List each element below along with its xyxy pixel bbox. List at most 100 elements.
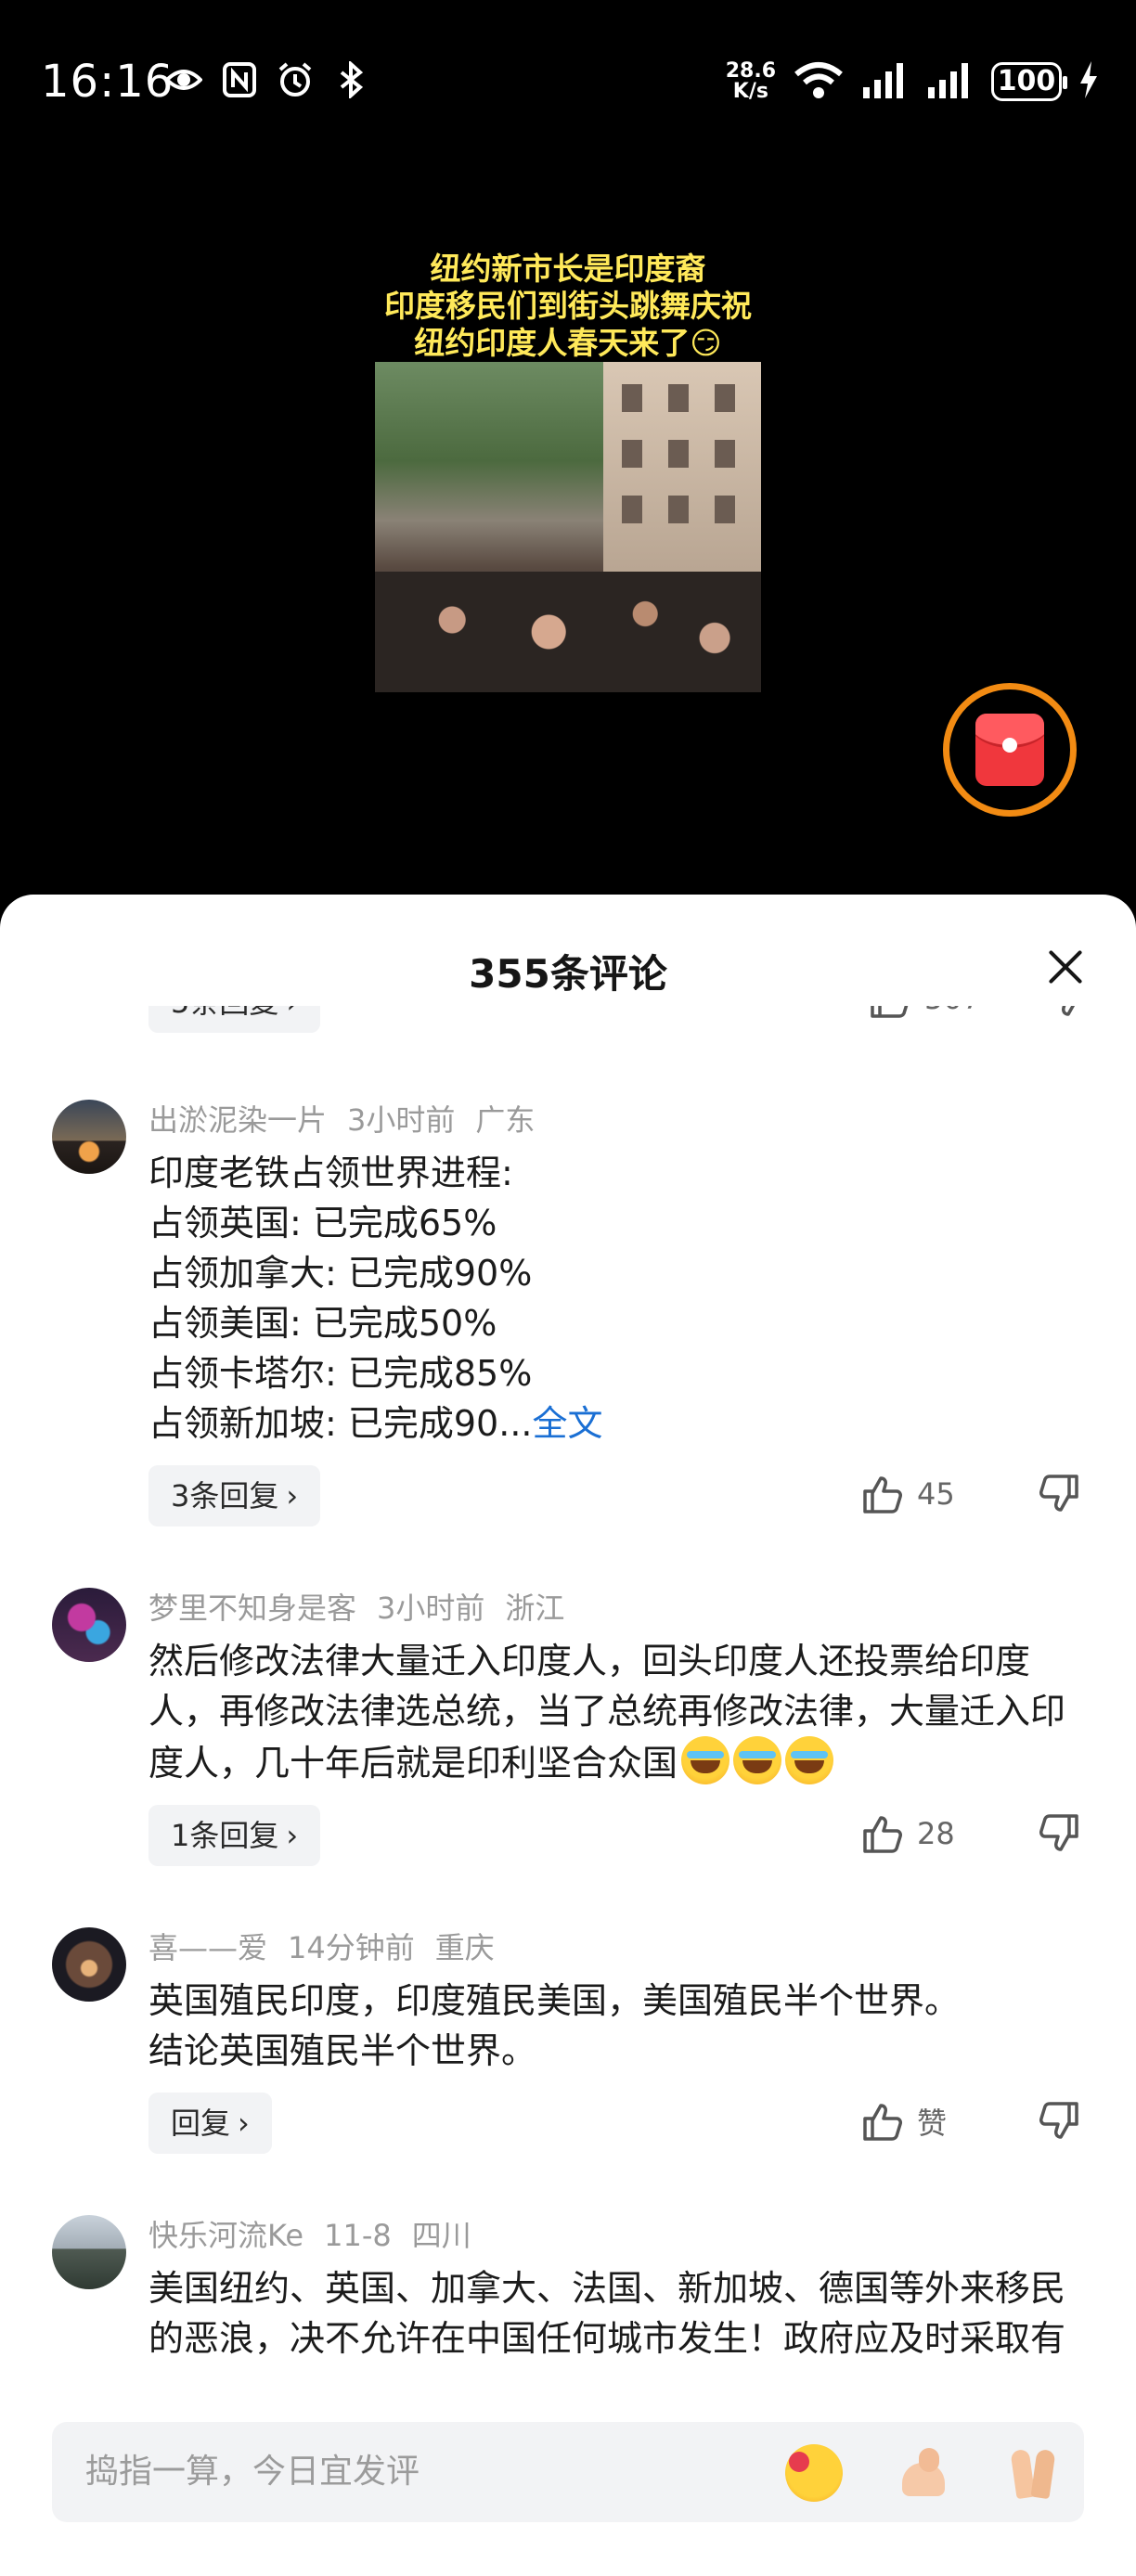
folded-hands-emoji-icon[interactable]	[1004, 2444, 1062, 2502]
comment-line: 占领美国: 已完成50%	[148, 1303, 497, 1344]
comments-sheet: 355条评论 5条回复 › 507	[0, 895, 1136, 2576]
alarm-icon	[277, 61, 314, 98]
chevron-right-icon: ›	[286, 1818, 299, 1853]
battery-indicator: 100	[991, 62, 1067, 101]
comment-text[interactable]: 英国殖民印度，印度殖民美国，美国殖民半个世界。 结论英国殖民半个世界。	[148, 1976, 1080, 2076]
thumbs-down-icon[interactable]	[1045, 1006, 1088, 1020]
comment-meta: 快乐河流Ke 11-8 四川	[148, 2215, 1080, 2256]
comment-author[interactable]: 快乐河流Ke	[148, 2218, 303, 2253]
thumbs-down-icon[interactable]	[1038, 1812, 1080, 1855]
comment-line: 结论英国殖民半个世界。	[148, 2030, 537, 2071]
comment-actions: 3条回复 › 45	[148, 1465, 1080, 1534]
comment-meta: 喜——爱 14分钟前 重庆	[148, 1927, 1080, 1968]
status-time: 16:16	[41, 56, 174, 108]
comment-line: 占领卡塔尔: 已完成85%	[148, 1353, 533, 1394]
charging-icon	[1078, 59, 1099, 104]
comment-location: 四川	[411, 2218, 471, 2253]
chevron-right-icon: ›	[238, 2106, 250, 2141]
comment-body: 美国纽约、英国、加拿大、法国、新加坡、德国等外来移民的恶浪，决不允许在中国任何城…	[148, 2268, 1066, 2359]
like-count: 赞	[917, 2106, 948, 2141]
comment-author[interactable]: 梦里不知身是客	[148, 1591, 356, 1626]
eye-icon	[164, 61, 203, 98]
comment-text[interactable]: 印度老铁占领世界进程: 占领英国: 已完成65% 占领加拿大: 已完成90% 占…	[148, 1148, 1080, 1449]
comment-line: 印度老铁占领世界进程:	[148, 1153, 513, 1193]
comment-input-placeholder: 捣指一算，今日宜发评	[85, 2453, 420, 2491]
comment-line: 占领英国: 已完成65%	[148, 1203, 497, 1243]
comment-body: 然后修改法律大量迁入印度人，回头印度人还投票给印度人，再修改法律选总统，当了总统…	[148, 1641, 1066, 1784]
like-count: 28	[917, 1816, 955, 1851]
video-caption-line: 印度移民们到街头跳舞庆祝	[384, 288, 752, 324]
comment-line: 占领新加坡: 已完成90...	[148, 1403, 533, 1444]
video-building	[603, 362, 761, 575]
comment-line: 英国殖民印度，印度殖民美国，美国殖民半个世界。	[148, 1980, 961, 2021]
reply-label: 3条回复	[171, 1478, 279, 1513]
close-icon[interactable]	[1047, 948, 1084, 985]
comment-meta: 出淤泥染一片 3小时前 广东	[148, 1100, 1080, 1140]
status-left-icons	[164, 59, 369, 100]
comments-header: 355条评论	[0, 895, 1136, 1006]
reply-label: 回复	[171, 2106, 231, 2141]
quick-emoji-bar	[785, 2444, 1062, 2502]
comment-list[interactable]: 5条回复› 507 出淤泥染一片3小时前广东	[0, 1006, 1136, 2361]
comment-actions: 1条回复 › 28	[148, 1805, 1080, 1874]
comment-item[interactable]: 快乐河流Ke 11-8 四川 美国纽约、英国、加拿大、法国、新加坡、德国等外来移民的…	[0, 2215, 1136, 2361]
bluetooth-icon	[332, 59, 369, 100]
video-caption: 纽约新市长是印度裔 印度移民们到街头跳舞庆祝 纽约印度人春天来了😏	[278, 251, 858, 362]
reply-label: 1条回复	[171, 1818, 279, 1853]
signal-icon-2	[926, 61, 975, 102]
comment-actions-previous: 5条回复 › 507	[0, 1006, 1136, 1044]
comment-meta: 梦里不知身是客 3小时前 浙江	[148, 1588, 1080, 1629]
reply-button[interactable]: 回复 ›	[148, 2093, 272, 2154]
comment-location: 广东	[475, 1102, 536, 1138]
thumbs-up-icon[interactable]	[861, 2100, 904, 2143]
kiss-wink-emoji-icon[interactable]	[785, 2444, 843, 2502]
comment-location: 重庆	[434, 1930, 495, 1965]
like-count: 45	[917, 1476, 955, 1512]
comment-author[interactable]: 出淤泥染一片	[148, 1102, 327, 1138]
video-caption-line: 纽约印度人春天来了😏	[414, 325, 722, 361]
video-frame	[375, 362, 761, 692]
comment-input[interactable]: 捣指一算，今日宜发评	[52, 2422, 1084, 2522]
comment-item[interactable]: 喜——爱 14分钟前 重庆 英国殖民印度，印度殖民美国，美国殖民半个世界。 结论英国…	[0, 1927, 1136, 2161]
status-right-icons: 28.6 K/s 100	[726, 59, 1099, 104]
comment-author[interactable]: 喜——爱	[148, 1930, 267, 1965]
thumbs-down-icon[interactable]	[1038, 1473, 1080, 1515]
comment-time: 3小时前	[347, 1102, 456, 1138]
laughing-crying-emoji-icon	[681, 1736, 730, 1784]
status-bar: 16:16 28.6 K/s 100	[0, 0, 1136, 158]
video-player[interactable]: 纽约新市长是印度裔 印度移民们到街头跳舞庆祝 纽约印度人春天来了😏	[0, 158, 1136, 900]
thumbs-down-icon[interactable]	[1038, 2100, 1080, 2143]
comment-time: 3小时前	[377, 1591, 485, 1626]
laughing-crying-emoji-icon	[785, 1736, 834, 1784]
thumbs-up-icon[interactable]	[869, 1006, 911, 1020]
nfc-icon	[221, 61, 258, 98]
thumbs-up-icon[interactable]	[861, 1473, 904, 1515]
comment-text[interactable]: 美国纽约、英国、加拿大、法国、新加坡、德国等外来移民的恶浪，决不允许在中国任何城…	[148, 2263, 1080, 2361]
comment-time: 14分钟前	[288, 1930, 415, 1965]
comment-item[interactable]: 梦里不知身是客 3小时前 浙江 然后修改法律大量迁入印度人，回头印度人还投票给印度人…	[0, 1588, 1136, 1874]
laughing-crying-emoji-icon	[733, 1736, 782, 1784]
avatar[interactable]	[52, 1927, 126, 2002]
view-replies-button[interactable]: 5条回复 ›	[148, 1006, 321, 1033]
reply-label: 5条回复	[171, 1006, 278, 1020]
signal-icon-1	[861, 61, 910, 102]
like-count: 507	[924, 1006, 989, 1016]
network-speed-value: 28.6	[725, 59, 776, 83]
comment-actions: 回复 › 赞	[148, 2093, 1080, 2161]
video-crowd	[375, 572, 761, 692]
view-replies-button[interactable]: 3条回复 ›	[148, 1465, 321, 1526]
avatar[interactable]	[52, 2215, 126, 2289]
avatar[interactable]	[52, 1588, 126, 1662]
comment-item[interactable]: 出淤泥染一片 3小时前 广东 印度老铁占领世界进程: 占领英国: 已完成65% 占领…	[0, 1100, 1136, 1534]
network-speed-unit: K/s	[732, 80, 768, 103]
expand-full-text-link[interactable]: 全文	[532, 1403, 602, 1444]
flexed-biceps-emoji-icon[interactable]	[895, 2444, 952, 2502]
view-replies-button[interactable]: 1条回复 ›	[148, 1805, 321, 1866]
video-caption-line: 纽约新市长是印度裔	[430, 251, 706, 287]
chevron-right-icon: ›	[286, 1478, 299, 1513]
thumbs-up-icon[interactable]	[861, 1812, 904, 1855]
comment-time: 11-8	[324, 2218, 392, 2253]
red-packet-button[interactable]	[943, 683, 1077, 817]
avatar[interactable]	[52, 1100, 126, 1174]
comment-text[interactable]: 然后修改法律大量迁入印度人，回头印度人还投票给印度人，再修改法律选总统，当了总统…	[148, 1636, 1080, 1788]
